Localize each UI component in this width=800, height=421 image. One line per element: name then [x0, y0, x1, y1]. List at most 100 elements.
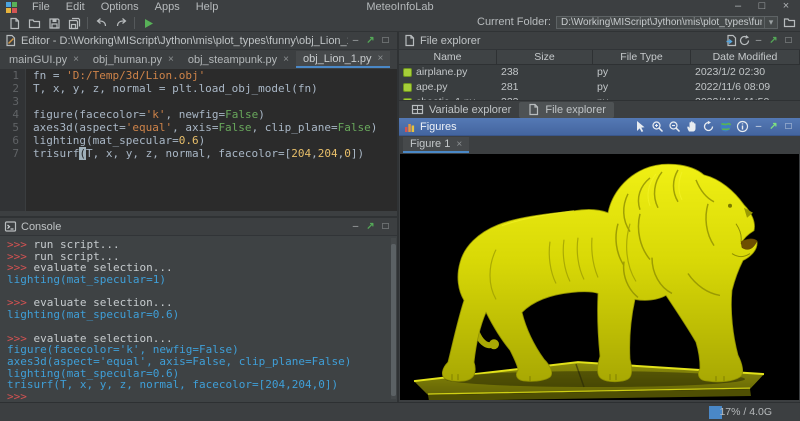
- explorer-dock-tabs: Variable explorer File explorer: [399, 100, 800, 118]
- float-panel-icon[interactable]: ↗: [766, 33, 781, 49]
- file-page-icon: [527, 103, 540, 116]
- menu-edit[interactable]: Edit: [58, 0, 93, 14]
- line-number: 7: [0, 147, 25, 160]
- menu-file[interactable]: File: [24, 0, 58, 14]
- console-line: trisurf(T, x, y, z, normal, facecolor=[2…: [7, 379, 397, 391]
- zoom-out-icon[interactable]: [666, 119, 683, 135]
- code-line: [33, 95, 397, 108]
- save-all-icon[interactable]: [64, 15, 84, 31]
- open-folder-icon[interactable]: [24, 15, 44, 31]
- editor-tab-obj_steampunk.py[interactable]: obj_steampunk.py ×: [181, 51, 296, 68]
- close-icon[interactable]: ×: [378, 51, 384, 67]
- file-explorer-panel-controls: –↗□: [751, 33, 796, 49]
- figures-panel-controls: –↗□: [751, 119, 796, 135]
- meteoinfolab-window: FileEditOptionsAppsHelp MeteoInfoLab –□×…: [0, 0, 800, 421]
- file-explorer-tool-icons: [725, 34, 751, 47]
- pointer-icon[interactable]: [632, 119, 649, 135]
- editor-icon: [4, 34, 17, 47]
- save-icon[interactable]: [44, 15, 64, 31]
- file-explorer-title: File explorer: [420, 35, 725, 47]
- rotate-icon[interactable]: [700, 119, 717, 135]
- chart-icon: [403, 120, 416, 133]
- minimize-panel-icon[interactable]: –: [348, 219, 363, 235]
- column-header-size[interactable]: Size: [497, 50, 593, 65]
- console-panel-controls: –↗□: [348, 219, 393, 235]
- column-header-date-modified[interactable]: Date Modified: [691, 50, 800, 65]
- column-header-name[interactable]: Name: [399, 50, 497, 65]
- file-table-header: NameSizeFile TypeDate Modified: [399, 50, 800, 65]
- float-panel-icon[interactable]: ↗: [766, 119, 781, 135]
- minimize-panel-icon[interactable]: –: [348, 33, 363, 49]
- editor-tab-mainGUI.py[interactable]: mainGUI.py×: [2, 51, 86, 68]
- status-bar: 17% / 4.0G: [0, 402, 800, 421]
- figure-tab-bar: Figure 1 ×: [399, 136, 800, 153]
- tab-label: obj_Lion_1.py: [303, 51, 372, 67]
- zoom-in-icon[interactable]: [649, 119, 666, 135]
- menu-apps[interactable]: Apps: [147, 0, 188, 14]
- minimize-panel-icon[interactable]: –: [751, 119, 766, 135]
- current-folder-combobox[interactable]: D:\Working\MIScript\Jython\mis\plot_type…: [556, 16, 778, 29]
- column-header-file-type[interactable]: File Type: [593, 50, 691, 65]
- close-icon[interactable]: ×: [168, 52, 174, 68]
- close-icon[interactable]: ×: [283, 52, 289, 68]
- editor-tab-obj_Lion_1.py[interactable]: obj_Lion_1.py ×: [296, 51, 390, 68]
- dock-tab-variable-explorer[interactable]: Variable explorer: [403, 102, 519, 118]
- file-type: py: [593, 80, 691, 95]
- figure-canvas[interactable]: [400, 154, 799, 400]
- figures-panel-title: Figures: [420, 121, 632, 133]
- float-panel-icon[interactable]: ↗: [363, 33, 378, 49]
- info-icon[interactable]: [734, 119, 751, 135]
- code-editor[interactable]: 1234567 fn = 'D:/Temp/3d/Lion.obj'T, x, …: [0, 69, 397, 211]
- maximize-panel-icon[interactable]: □: [378, 219, 393, 235]
- close-window-icon[interactable]: ×: [774, 0, 798, 14]
- browse-folder-button[interactable]: [783, 16, 796, 29]
- maximize-panel-icon[interactable]: □: [781, 33, 796, 49]
- memory-usage-text: 17% / 4.0G: [719, 403, 772, 421]
- figure-tab-label: Figure 1: [410, 137, 450, 152]
- figure-tab[interactable]: Figure 1 ×: [403, 137, 469, 153]
- file-name: ape.py: [416, 80, 448, 95]
- globe-icon[interactable]: [717, 119, 734, 135]
- console-icon: [4, 220, 17, 233]
- pan-hand-icon[interactable]: [683, 119, 700, 135]
- close-icon[interactable]: ×: [456, 137, 462, 152]
- new-file-icon[interactable]: [4, 15, 24, 31]
- console-line: lighting(mat_specular=0.6): [7, 309, 397, 321]
- undo-icon[interactable]: [91, 15, 111, 31]
- file-name: airplane.py: [416, 65, 467, 80]
- line-number: 3: [0, 95, 25, 108]
- figures-panel: Figures –↗□ Figure 1 ×: [399, 118, 800, 402]
- line-number: 5: [0, 121, 25, 134]
- editor-panel-controls: –↗□: [348, 33, 393, 49]
- import-file-icon[interactable]: [725, 34, 738, 47]
- redo-icon[interactable]: [111, 15, 131, 31]
- app-logo-icon: [6, 2, 17, 13]
- console-scrollbar[interactable]: [391, 238, 396, 399]
- editor-tab-obj_human.py[interactable]: obj_human.py ×: [86, 51, 181, 68]
- dock-tab-file-explorer[interactable]: File explorer: [519, 102, 614, 118]
- maximize-panel-icon[interactable]: □: [378, 33, 393, 49]
- toolbar-separator: [87, 17, 88, 29]
- menu-bar: FileEditOptionsAppsHelp: [24, 0, 226, 14]
- chevron-down-icon[interactable]: ▾: [764, 17, 777, 28]
- code-line: fn = 'D:/Temp/3d/Lion.obj': [33, 69, 397, 82]
- tab-label: obj_steampunk.py: [188, 52, 277, 68]
- minimize-panel-icon[interactable]: –: [751, 33, 766, 49]
- maximize-window-icon[interactable]: □: [750, 0, 774, 14]
- menu-options[interactable]: Options: [93, 0, 147, 14]
- console-output[interactable]: >>> run script...>>> run script...>>> ev…: [0, 236, 397, 402]
- dock-tab-label: File explorer: [545, 104, 606, 116]
- menu-help[interactable]: Help: [188, 0, 227, 14]
- maximize-panel-icon[interactable]: □: [781, 119, 796, 135]
- tab-label: obj_human.py: [93, 52, 162, 68]
- refresh-icon[interactable]: [738, 34, 751, 47]
- run-icon[interactable]: [138, 15, 158, 31]
- file-row-airplane.py[interactable]: airplane.py238py2023/1/2 02:30: [399, 65, 800, 80]
- file-explorer-header: File explorer –↗□: [399, 32, 800, 50]
- close-icon[interactable]: ×: [73, 52, 79, 68]
- window-controls: –□×: [726, 0, 798, 14]
- float-panel-icon[interactable]: ↗: [363, 219, 378, 235]
- python-file-icon: [403, 83, 412, 92]
- file-row-ape.py[interactable]: ape.py281py2022/11/6 08:09: [399, 80, 800, 95]
- minimize-window-icon[interactable]: –: [726, 0, 750, 14]
